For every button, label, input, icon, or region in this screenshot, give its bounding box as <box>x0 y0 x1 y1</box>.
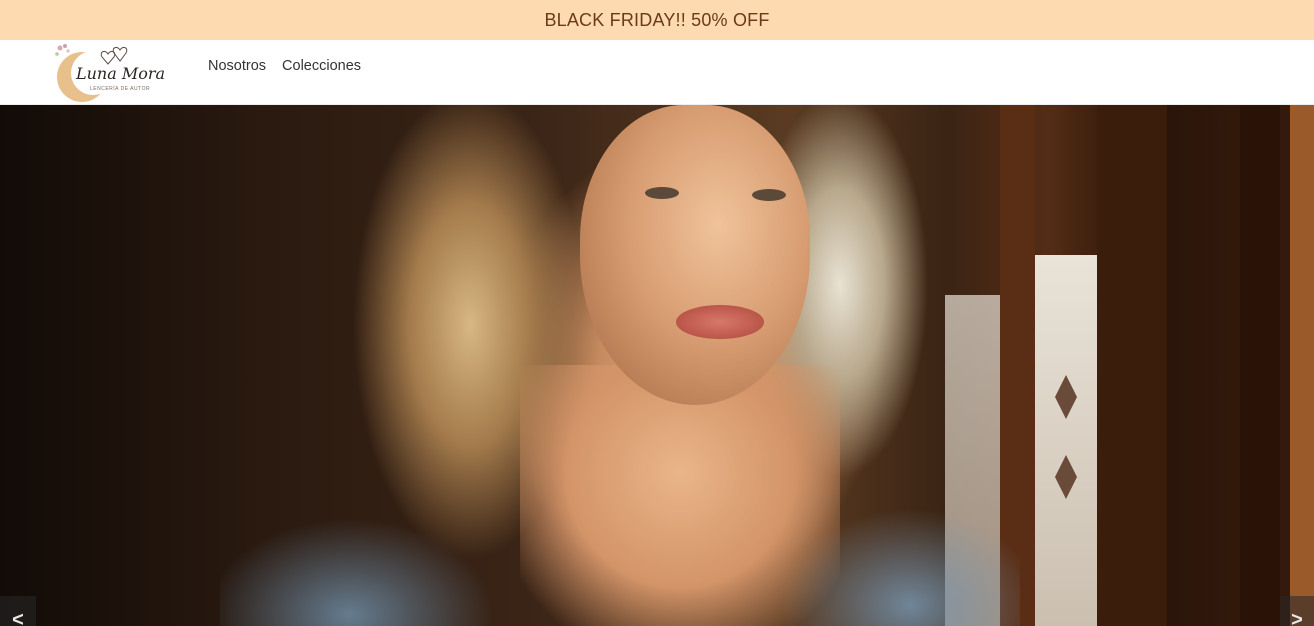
lips <box>676 305 764 339</box>
eye <box>752 189 786 201</box>
window-pane <box>1035 255 1097 626</box>
window-frame <box>1097 105 1167 626</box>
window-frame <box>1290 105 1314 626</box>
promo-banner: BLACK FRIDAY!! 50% OFF <box>0 0 1314 40</box>
brand-logo[interactable]: Luna Mora LENCERÍA DE AUTOR <box>50 40 165 105</box>
lace-garment <box>220 495 1020 626</box>
brand-tagline: LENCERÍA DE AUTOR <box>90 86 151 92</box>
carousel-next-button[interactable]: > <box>1280 596 1314 626</box>
eye <box>645 187 679 199</box>
nav-item-colecciones[interactable]: Colecciones <box>282 58 361 74</box>
window-frame <box>1240 105 1280 626</box>
carousel-prev-button[interactable]: < <box>0 596 36 626</box>
main-nav: Nosotros Colecciones <box>208 58 361 74</box>
hero-carousel: < > <box>0 105 1314 626</box>
promo-text: BLACK FRIDAY!! 50% OFF <box>544 9 770 30</box>
face <box>580 105 810 405</box>
brand-name: Luna Mora <box>76 64 166 83</box>
nav-item-nosotros[interactable]: Nosotros <box>208 58 266 74</box>
site-header: Luna Mora LENCERÍA DE AUTOR Nosotros Col… <box>0 40 1314 105</box>
